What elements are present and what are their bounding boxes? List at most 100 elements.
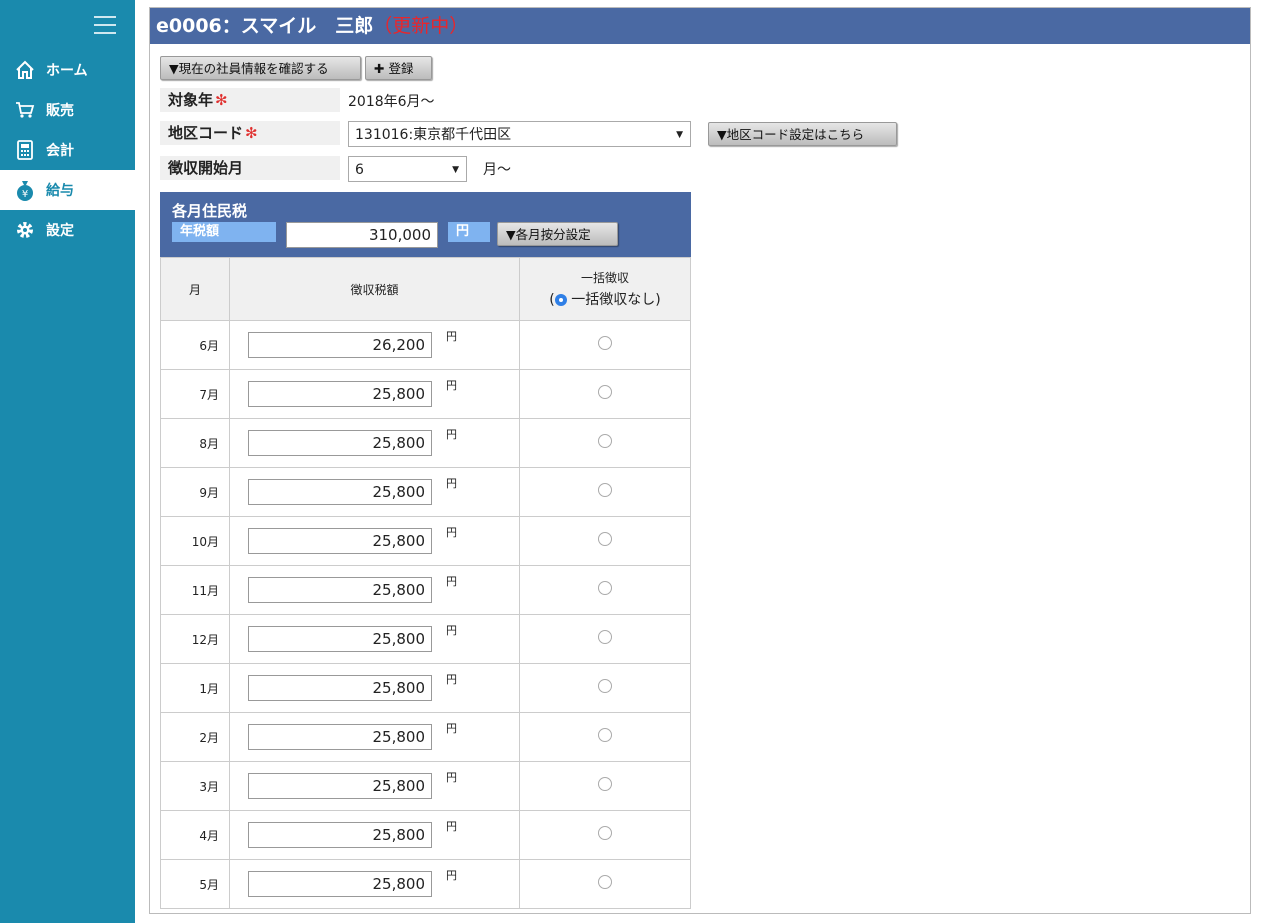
required-mark: ✻	[245, 124, 258, 142]
sidebar-item-payroll[interactable]: ¥ 給与	[0, 170, 135, 210]
month-cell: 8月	[160, 418, 230, 468]
yen-unit: 円	[446, 673, 457, 686]
amount-input[interactable]: 25,800	[248, 724, 432, 750]
month-cell: 1月	[160, 663, 230, 713]
start-month-select[interactable]: 6 ▼	[348, 156, 467, 182]
start-month-label: 徴収開始月	[160, 156, 340, 180]
target-year-label: 対象年 ✻	[160, 88, 340, 112]
region-code-select[interactable]: 131016:東京都千代田区 ▼	[348, 121, 691, 147]
lump-cell	[519, 320, 691, 370]
confirm-employee-button[interactable]: ▼現在の社員情報を確認する	[160, 56, 361, 80]
sidebar-item-settings[interactable]: 設定	[0, 210, 135, 250]
amount-input[interactable]: 25,800	[248, 528, 432, 554]
sidebar-item-label: 設定	[46, 223, 74, 239]
register-button[interactable]: ✚ 登録	[365, 56, 432, 80]
lump-radio[interactable]	[598, 875, 612, 889]
start-month-suffix: 月〜	[483, 162, 511, 178]
amount-input[interactable]: 25,800	[248, 675, 432, 701]
table-row: 11月 25,800 円	[160, 565, 691, 615]
lump-cell	[519, 418, 691, 468]
table-row: 3月 25,800 円	[160, 761, 691, 811]
lump-cell	[519, 712, 691, 762]
lump-radio[interactable]	[598, 581, 612, 595]
month-cell: 5月	[160, 859, 230, 909]
amount-cell: 25,800 円	[229, 663, 520, 713]
amount-cell: 25,800 円	[229, 810, 520, 860]
lump-cell	[519, 810, 691, 860]
lump-cell	[519, 859, 691, 909]
amount-cell: 25,800 円	[229, 712, 520, 762]
amount-cell: 25,800 円	[229, 565, 520, 615]
status-label: （更新中）	[373, 15, 469, 37]
amount-cell: 25,800 円	[229, 418, 520, 468]
col-month-header: 月	[160, 257, 230, 321]
yen-unit: 円	[446, 869, 457, 882]
required-mark: ✻	[215, 91, 228, 109]
amount-input[interactable]: 25,800	[248, 381, 432, 407]
amount-input[interactable]: 25,800	[248, 822, 432, 848]
lump-radio[interactable]	[598, 385, 612, 399]
amount-input[interactable]: 25,800	[248, 871, 432, 897]
region-code-label: 地区コード ✻	[160, 121, 340, 145]
table-row: 6月 26,200 円	[160, 320, 691, 370]
lump-radio[interactable]	[598, 728, 612, 742]
tax-title: 各月住民税	[172, 202, 248, 220]
month-cell: 3月	[160, 761, 230, 811]
amount-input[interactable]: 25,800	[248, 479, 432, 505]
calculator-icon	[14, 139, 36, 161]
table-row: 7月 25,800 円	[160, 369, 691, 419]
home-icon	[14, 59, 36, 81]
yen-unit: 円	[446, 477, 457, 490]
monthly-tax-table: 月 徴収税額 一括徴収 ( 一括徴収なし) 6月 26,200 円 7月 25,800 円…	[160, 257, 691, 909]
col-amount-header: 徴収税額	[229, 257, 520, 321]
table-row: 8月 25,800 円	[160, 418, 691, 468]
amount-cell: 25,800 円	[229, 369, 520, 419]
sidebar-item-sales[interactable]: 販売	[0, 90, 135, 130]
month-cell: 12月	[160, 614, 230, 664]
amount-cell: 25,800 円	[229, 516, 520, 566]
month-cell: 7月	[160, 369, 230, 419]
amount-input[interactable]: 26,200	[248, 332, 432, 358]
table-row: 4月 25,800 円	[160, 810, 691, 860]
amount-input[interactable]: 25,800	[248, 773, 432, 799]
lump-none-radio[interactable]	[554, 294, 567, 306]
region-code-settings-button[interactable]: ▼地区コード設定はこちら	[708, 122, 897, 146]
sidebar-item-home[interactable]: ホーム	[0, 50, 135, 90]
lump-none-label: 一括徴収なし)	[571, 292, 661, 308]
lump-radio[interactable]	[598, 630, 612, 644]
lump-title: 一括徴収	[580, 271, 629, 285]
lump-radio[interactable]	[598, 826, 612, 840]
amount-cell: 25,800 円	[229, 859, 520, 909]
menu-icon[interactable]	[94, 16, 116, 34]
gear-icon	[14, 219, 36, 241]
svg-text:¥: ¥	[22, 189, 28, 200]
amount-input[interactable]: 25,800	[248, 577, 432, 603]
month-cell: 11月	[160, 565, 230, 615]
target-year-value: 2018年6月〜	[348, 94, 435, 110]
sidebar-item-accounting[interactable]: 会計	[0, 130, 135, 170]
lump-radio[interactable]	[598, 483, 612, 497]
yen-unit: 円	[446, 771, 457, 784]
lump-radio[interactable]	[598, 777, 612, 791]
lump-radio[interactable]	[598, 679, 612, 693]
annual-tax-input[interactable]: 310,000	[286, 222, 438, 248]
chevron-down-icon: ▼	[676, 130, 683, 140]
lump-cell	[519, 369, 691, 419]
lump-radio[interactable]	[598, 434, 612, 448]
yen-badge: 円	[448, 222, 490, 242]
month-cell: 10月	[160, 516, 230, 566]
lump-cell	[519, 467, 691, 517]
lump-radio[interactable]	[598, 532, 612, 546]
lump-radio[interactable]	[598, 336, 612, 350]
yen-unit: 円	[446, 820, 457, 833]
amount-input[interactable]: 25,800	[248, 626, 432, 652]
amount-input[interactable]: 25,800	[248, 430, 432, 456]
yen-unit: 円	[446, 624, 457, 637]
amount-cell: 26,200 円	[229, 320, 520, 370]
month-cell: 9月	[160, 467, 230, 517]
table-row: 12月 25,800 円	[160, 614, 691, 664]
lump-cell	[519, 565, 691, 615]
monthly-allocation-button[interactable]: ▼各月按分設定	[497, 222, 618, 246]
sidebar-item-label: 給与	[46, 183, 74, 199]
month-cell: 6月	[160, 320, 230, 370]
